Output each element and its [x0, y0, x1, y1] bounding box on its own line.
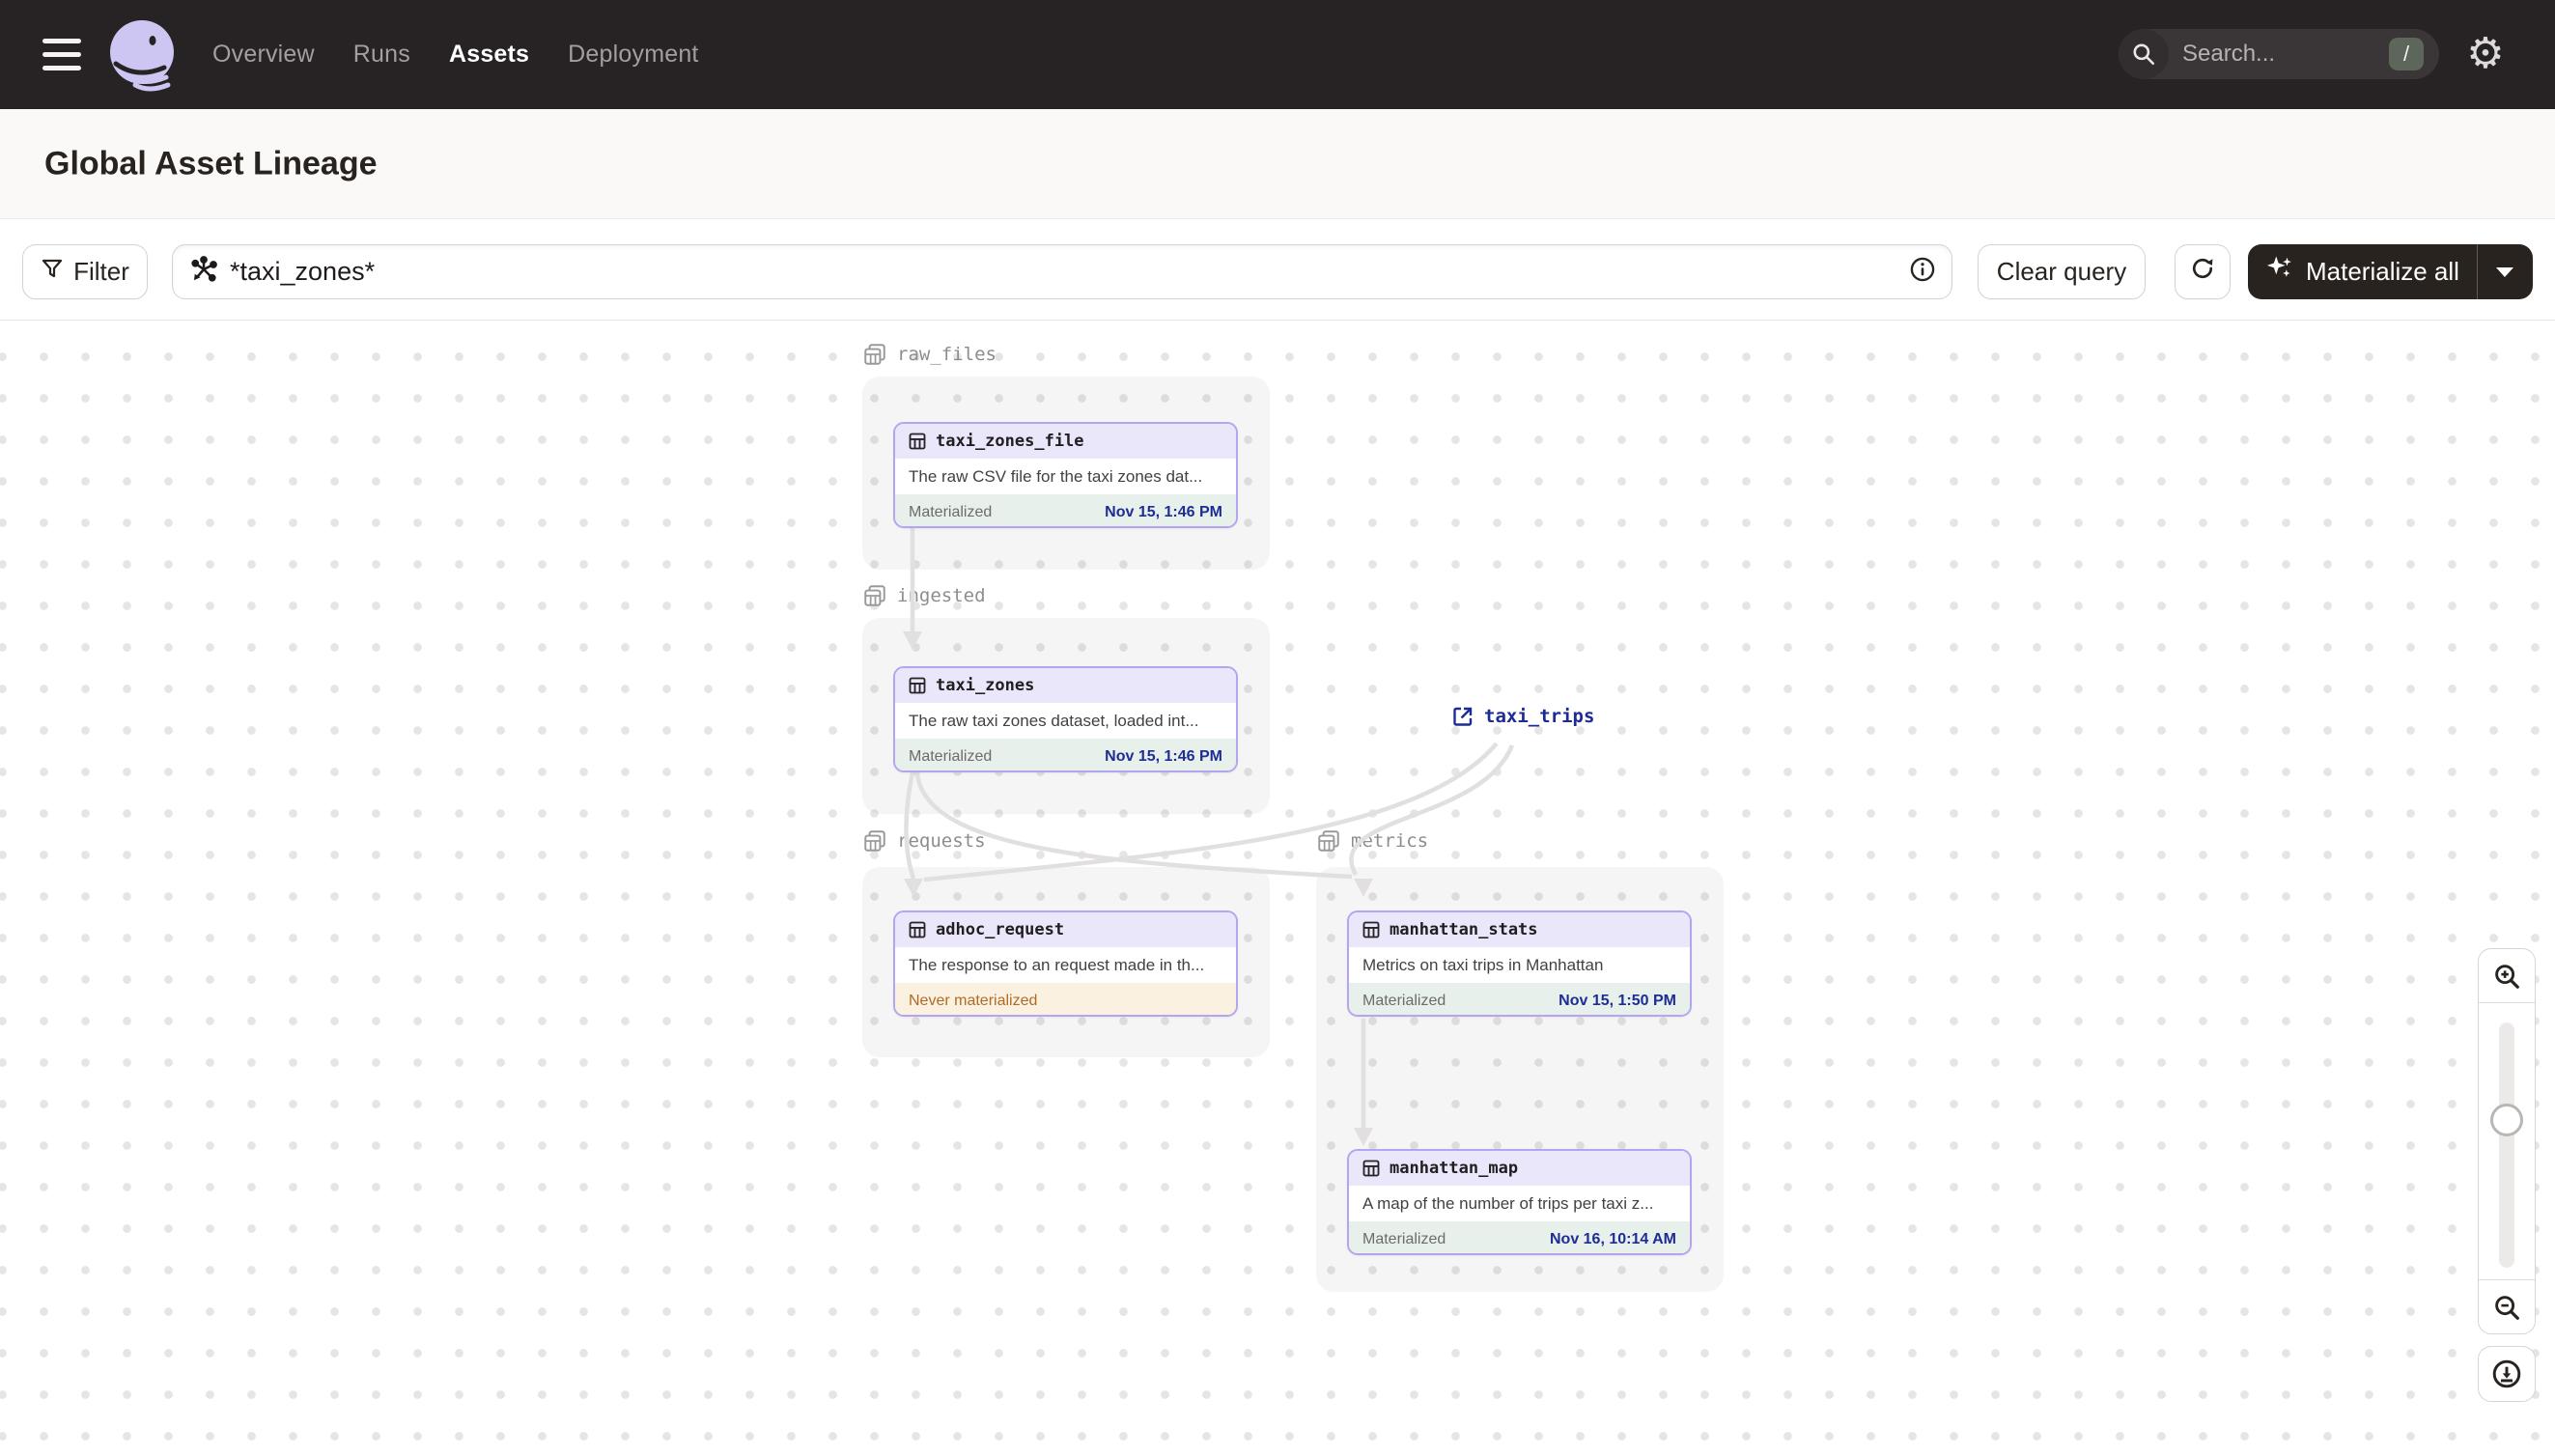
- zoom-control-panel: [2478, 948, 2536, 1334]
- funnel-icon: [41, 257, 64, 287]
- asset-timestamp: Nov 16, 10:14 AM: [1549, 1230, 1676, 1247]
- asset-status: Materialized: [909, 747, 993, 765]
- group-table-icon: [864, 830, 885, 852]
- zoom-out-button[interactable]: [2479, 1279, 2535, 1333]
- asset-description: A map of the number of trips per taxi z.…: [1362, 1193, 1654, 1213]
- edge-taxi_trips-manhattan_stats: [1349, 744, 1515, 877]
- search-icon: [2119, 29, 2169, 79]
- asset-timestamp: Nov 15, 1:46 PM: [1105, 747, 1222, 765]
- asset-description: The response to an request made in th...: [909, 955, 1205, 974]
- group-label-metrics: metrics: [1316, 828, 1428, 854]
- materialize-options-dropdown[interactable]: [2477, 244, 2532, 299]
- lineage-toolbar: Filter Clear query: [0, 219, 2555, 321]
- group-label-ingested: ingested: [862, 583, 986, 608]
- search-input[interactable]: Search... /: [2119, 29, 2439, 79]
- download-graph-button[interactable]: [2478, 1346, 2536, 1402]
- zoom-slider-track[interactable]: [2499, 1022, 2514, 1268]
- materialize-all-main[interactable]: Materialize all: [2248, 254, 2477, 290]
- nav-item-deployment[interactable]: Deployment: [568, 41, 698, 69]
- asset-lineage-screen: Overview Runs Assets Deployment Search..…: [0, 0, 2555, 1456]
- nav-item-runs[interactable]: Runs: [353, 41, 410, 69]
- asset-node-adhoc-request[interactable]: adhoc_request The response to an request…: [893, 910, 1238, 1017]
- asset-status: Never materialized: [909, 992, 1038, 1009]
- zoom-in-button[interactable]: [2479, 949, 2535, 1003]
- asset-name: manhattan_stats: [1390, 920, 1538, 939]
- lineage-graph-canvas[interactable]: raw_files ingested requests metrics taxi…: [0, 321, 2555, 1456]
- group-label-raw-files: raw_files: [862, 342, 997, 367]
- external-link-icon: [1453, 707, 1473, 726]
- group-table-icon: [864, 585, 885, 606]
- hamburger-menu-icon[interactable]: [42, 37, 81, 73]
- zoom-out-icon: [2495, 1295, 2519, 1320]
- materialize-all-button[interactable]: Materialize all: [2248, 244, 2533, 299]
- graph-query-icon: [189, 255, 218, 289]
- primary-nav: Overview Runs Assets Deployment: [212, 0, 699, 109]
- settings-gear-icon[interactable]: ⚙: [2458, 27, 2513, 81]
- asset-status: Materialized: [1362, 992, 1446, 1009]
- chevron-down-icon: [2496, 266, 2513, 277]
- refresh-graph-button[interactable]: [2175, 244, 2231, 299]
- group-table-icon: [1318, 830, 1339, 852]
- asset-name: adhoc_request: [936, 920, 1065, 939]
- search-shortcut-badge: /: [2389, 38, 2424, 70]
- asset-timestamp: Nov 15, 1:46 PM: [1105, 503, 1222, 520]
- asset-description: The raw CSV file for the taxi zones dat.…: [909, 466, 1203, 486]
- asset-node-taxi-zones-file[interactable]: taxi_zones_file The raw CSV file for the…: [893, 422, 1238, 528]
- external-asset-taxi-trips[interactable]: taxi_trips: [1451, 705, 1594, 728]
- top-navigation-bar: Overview Runs Assets Deployment Search..…: [0, 0, 2555, 109]
- asset-query-input-wrapper: [172, 244, 1952, 299]
- zoom-slider-handle[interactable]: [2490, 1104, 2523, 1136]
- lineage-edges: [903, 528, 1515, 1146]
- filter-button[interactable]: Filter: [22, 244, 148, 299]
- zoom-in-icon: [2495, 964, 2519, 989]
- asset-name: manhattan_map: [1390, 1159, 1519, 1178]
- table-icon: [1362, 1160, 1380, 1177]
- asset-status: Materialized: [1362, 1230, 1446, 1247]
- nav-item-overview[interactable]: Overview: [212, 41, 315, 69]
- table-icon: [1362, 921, 1380, 938]
- page-title: Global Asset Lineage: [44, 145, 378, 182]
- table-icon: [909, 677, 926, 694]
- info-icon[interactable]: [1909, 256, 1936, 288]
- asset-node-taxi-zones[interactable]: taxi_zones The raw taxi zones dataset, l…: [893, 666, 1238, 772]
- asset-timestamp: Nov 15, 1:50 PM: [1558, 992, 1676, 1009]
- clear-query-button[interactable]: Clear query: [1978, 244, 2146, 299]
- sparkles-icon: [2265, 254, 2294, 290]
- asset-status: Materialized: [909, 503, 993, 520]
- asset-name: taxi_zones: [936, 676, 1035, 695]
- asset-node-manhattan-stats[interactable]: manhattan_stats Metrics on taxi trips in…: [1347, 910, 1692, 1017]
- table-icon: [909, 433, 926, 450]
- refresh-icon: [2189, 255, 2216, 289]
- nav-item-assets[interactable]: Assets: [449, 41, 529, 69]
- page-header: Global Asset Lineage Reload definitions: [0, 109, 2555, 303]
- table-icon: [909, 921, 926, 938]
- asset-query-input[interactable]: [230, 257, 1909, 287]
- asset-description: Metrics on taxi trips in Manhattan: [1362, 955, 1604, 974]
- group-label-requests: requests: [862, 828, 986, 854]
- search-placeholder: Search...: [2182, 41, 2276, 67]
- asset-name: taxi_zones_file: [936, 432, 1084, 451]
- asset-node-manhattan-map[interactable]: manhattan_map A map of the number of tri…: [1347, 1149, 1692, 1255]
- download-icon: [2492, 1359, 2521, 1388]
- dagster-logo-icon[interactable]: [104, 17, 180, 97]
- asset-description: The raw taxi zones dataset, loaded int..…: [909, 711, 1199, 730]
- group-table-icon: [864, 344, 885, 365]
